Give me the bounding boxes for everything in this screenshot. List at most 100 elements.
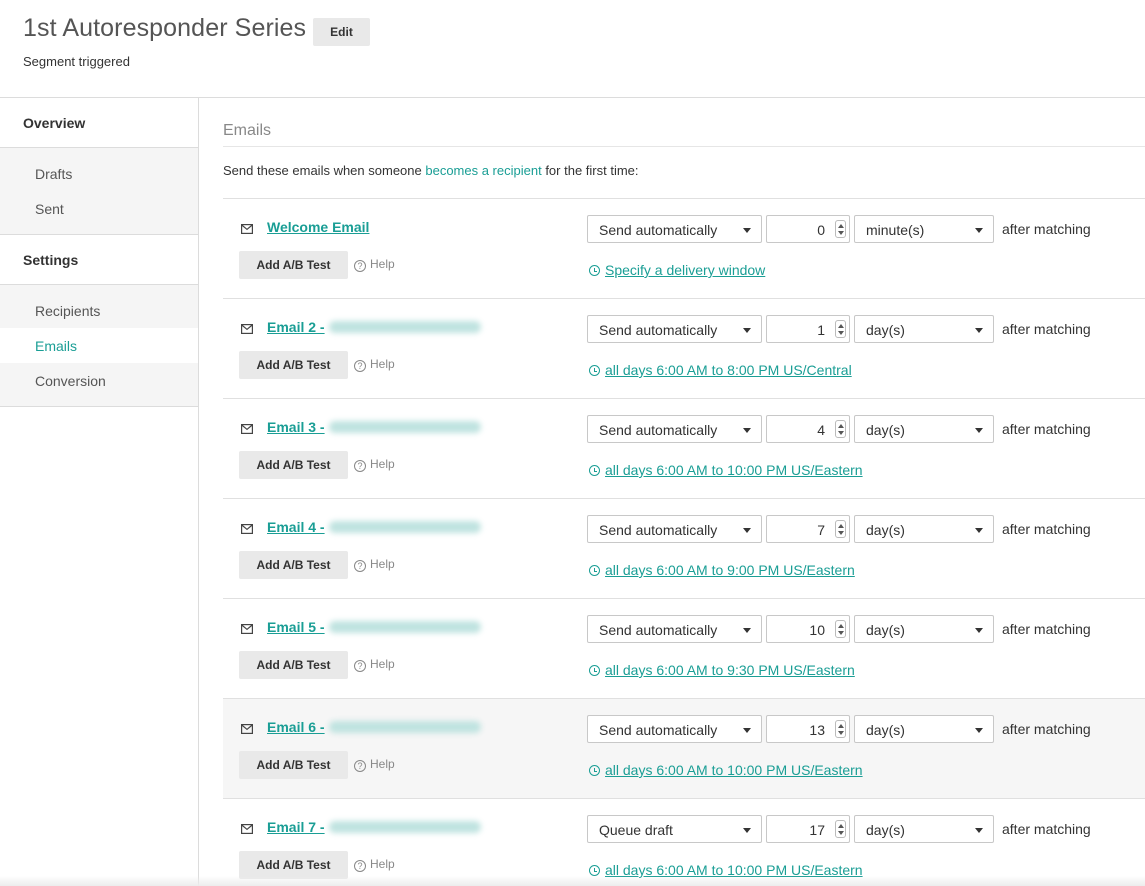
redacted-subject (329, 621, 481, 633)
add-ab-test-button[interactable]: Add A/B Test (239, 551, 348, 579)
sidebar-item-sent[interactable]: Sent (0, 191, 198, 226)
clock-icon (589, 665, 600, 676)
sidebar-item-recipients[interactable]: Recipients (0, 293, 198, 328)
send-mode-select[interactable]: Send automatically (587, 615, 762, 643)
send-mode-select[interactable]: Send automatically (587, 415, 762, 443)
delay-amount-input[interactable]: 7 (766, 515, 850, 543)
redacted-subject (329, 421, 481, 433)
delivery-window-link[interactable]: all days 6:00 AM to 9:00 PM US/Eastern (589, 562, 855, 578)
help-link[interactable]: ? Help (354, 857, 395, 872)
question-circle-icon: ? (354, 760, 366, 772)
chevron-down-icon (743, 428, 751, 433)
delay-amount-input[interactable]: 1 (766, 315, 850, 343)
question-circle-icon: ? (354, 660, 366, 672)
add-ab-test-button[interactable]: Add A/B Test (239, 751, 348, 779)
add-ab-test-button[interactable]: Add A/B Test (239, 451, 348, 479)
redacted-subject (329, 521, 481, 533)
stepper-icon[interactable] (835, 420, 846, 438)
delay-amount-input[interactable]: 13 (766, 715, 850, 743)
delay-amount-input[interactable]: 4 (766, 415, 850, 443)
help-link[interactable]: ? Help (354, 757, 395, 772)
stepper-icon[interactable] (835, 720, 846, 738)
delay-amount-input[interactable]: 17 (766, 815, 850, 843)
add-ab-test-button[interactable]: Add A/B Test (239, 251, 348, 279)
sidebar: Overview Drafts Sent Settings Recipients… (0, 98, 199, 886)
sidebar-item-conversion[interactable]: Conversion (0, 363, 198, 398)
help-link[interactable]: ? Help (354, 557, 395, 572)
send-mode-select[interactable]: Queue draft (587, 815, 762, 843)
delivery-window-link[interactable]: all days 6:00 AM to 9:30 PM US/Eastern (589, 662, 855, 678)
clock-icon (589, 265, 600, 276)
chevron-down-icon (975, 228, 983, 233)
chevron-down-icon (975, 528, 983, 533)
sidebar-settings-header[interactable]: Settings (0, 235, 198, 285)
email-name-link[interactable]: Email 3 - (267, 419, 325, 435)
email-name-link[interactable]: Email 7 - (267, 819, 325, 835)
after-matching-label: after matching (1002, 421, 1091, 437)
delivery-window-link[interactable]: all days 6:00 AM to 10:00 PM US/Eastern (589, 762, 863, 778)
scroll-shadow (0, 876, 1145, 886)
page-title: 1st Autoresponder Series (23, 14, 307, 42)
edit-button[interactable]: Edit (313, 18, 370, 46)
email-name-link[interactable]: Welcome Email (267, 219, 369, 235)
divider (223, 146, 1145, 147)
send-mode-select[interactable]: Send automatically (587, 715, 762, 743)
delay-unit-select[interactable]: day(s) (854, 515, 994, 543)
delay-unit-select[interactable]: minute(s) (854, 215, 994, 243)
sidebar-overview-header[interactable]: Overview (0, 98, 198, 148)
email-name-link[interactable]: Email 2 - (267, 319, 325, 335)
email-name-link[interactable]: Email 6 - (267, 719, 325, 735)
delivery-window-link[interactable]: all days 6:00 AM to 10:00 PM US/Eastern (589, 462, 863, 478)
email-row: Email 3 - Add A/B Test ? Help Send automatic… (223, 398, 1145, 498)
help-link[interactable]: ? Help (354, 657, 395, 672)
envelope-icon (241, 621, 254, 635)
delay-unit-select[interactable]: day(s) (854, 615, 994, 643)
chevron-down-icon (743, 528, 751, 533)
after-matching-label: after matching (1002, 721, 1091, 737)
sidebar-item-emails[interactable]: Emails (0, 328, 198, 363)
help-link[interactable]: ? Help (354, 257, 395, 272)
add-ab-test-button[interactable]: Add A/B Test (239, 851, 348, 879)
email-name-link[interactable]: Email 4 - (267, 519, 325, 535)
help-link[interactable]: ? Help (354, 357, 395, 372)
sidebar-item-drafts[interactable]: Drafts (0, 156, 198, 191)
stepper-icon[interactable] (835, 220, 846, 238)
stepper-icon[interactable] (835, 320, 846, 338)
after-matching-label: after matching (1002, 821, 1091, 837)
question-circle-icon: ? (354, 560, 366, 572)
stepper-icon[interactable] (835, 520, 846, 538)
question-circle-icon: ? (354, 260, 366, 272)
delivery-window-link[interactable]: Specify a delivery window (589, 262, 765, 278)
help-link[interactable]: ? Help (354, 457, 395, 472)
sidebar-overview-group: Drafts Sent (0, 148, 198, 235)
delay-unit-select[interactable]: day(s) (854, 315, 994, 343)
chevron-down-icon (743, 728, 751, 733)
redacted-subject (329, 821, 481, 833)
email-name-link[interactable]: Email 5 - (267, 619, 325, 635)
after-matching-label: after matching (1002, 321, 1091, 337)
email-row: Email 2 - Add A/B Test ? Help Send automatic… (223, 298, 1145, 398)
delay-amount-input[interactable]: 10 (766, 615, 850, 643)
send-mode-select[interactable]: Send automatically (587, 315, 762, 343)
delivery-window-link[interactable]: all days 6:00 AM to 8:00 PM US/Central (589, 362, 852, 378)
add-ab-test-button[interactable]: Add A/B Test (239, 351, 348, 379)
delay-amount-input[interactable]: 0 (766, 215, 850, 243)
delay-unit-select[interactable]: day(s) (854, 815, 994, 843)
send-mode-select[interactable]: Send automatically (587, 215, 762, 243)
email-row: Email 6 - Add A/B Test ? Help Send automatic… (223, 698, 1145, 798)
stepper-icon[interactable] (835, 620, 846, 638)
chevron-down-icon (975, 828, 983, 833)
envelope-icon (241, 421, 254, 435)
send-mode-select[interactable]: Send automatically (587, 515, 762, 543)
delay-unit-select[interactable]: day(s) (854, 415, 994, 443)
becomes-recipient-link[interactable]: becomes a recipient (425, 163, 541, 178)
question-circle-icon: ? (354, 860, 366, 872)
intro-text: Send these emails when someone becomes a… (223, 163, 639, 178)
stepper-icon[interactable] (835, 820, 846, 838)
delay-unit-select[interactable]: day(s) (854, 715, 994, 743)
envelope-icon (241, 521, 254, 535)
question-circle-icon: ? (354, 460, 366, 472)
page-header: 1st Autoresponder Series Edit Segment tr… (0, 0, 1145, 98)
add-ab-test-button[interactable]: Add A/B Test (239, 651, 348, 679)
trigger-type-label: Segment triggered (23, 54, 130, 69)
